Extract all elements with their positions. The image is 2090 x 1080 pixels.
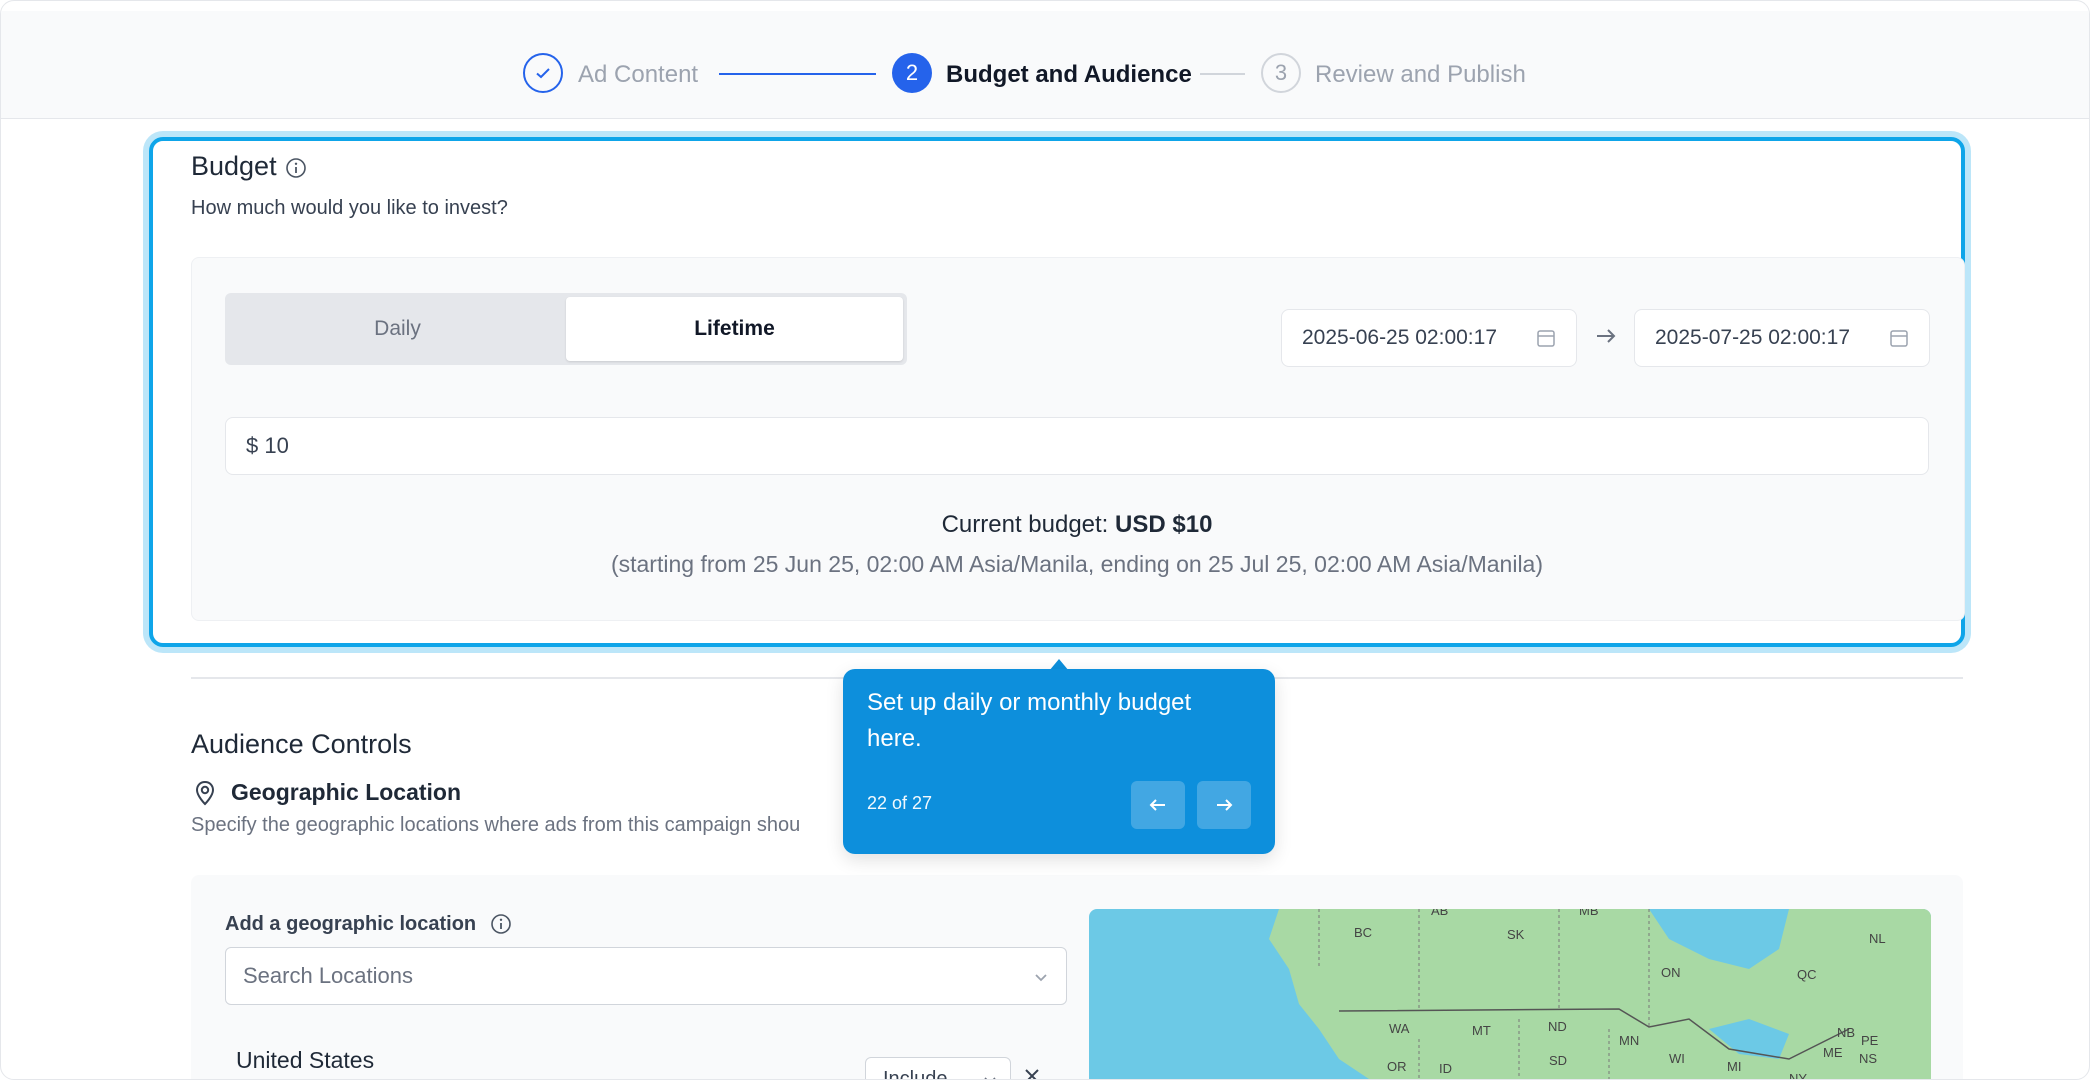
tooltip-message: Set up daily or monthly budget here.: [867, 689, 1192, 752]
step-upcoming-indicator[interactable]: 3: [1261, 53, 1301, 93]
tour-tooltip: Set up daily or monthly budget here. 22 …: [843, 669, 1275, 854]
map-label: PE: [1861, 1033, 1879, 1048]
tooltip-step-counter: 22 of 27: [867, 793, 933, 813]
chevron-down-icon: [984, 1077, 996, 1079]
add-location-label: Add a geographic location: [225, 913, 477, 935]
step-label-ad-content[interactable]: Ad Content: [578, 61, 698, 89]
map-label: ND: [1548, 1019, 1567, 1034]
map-label: AB: [1431, 909, 1448, 918]
start-date-field[interactable]: 2025-06-25 02:00:17: [1281, 309, 1577, 367]
info-icon[interactable]: [285, 157, 307, 179]
map-label: QC: [1797, 967, 1817, 982]
geographic-location-title: Geographic Location: [231, 779, 462, 805]
step-complete-indicator[interactable]: [523, 53, 563, 93]
check-icon: [536, 68, 550, 79]
map-label: MB: [1579, 909, 1599, 918]
map-label: MI: [1727, 1059, 1741, 1074]
search-locations-dropdown[interactable]: Search Locations: [225, 947, 1067, 1005]
tooltip-next-button[interactable]: [1197, 781, 1251, 829]
selected-location-name: United States: [236, 1047, 375, 1073]
end-date-field[interactable]: 2025-07-25 02:00:17: [1634, 309, 1930, 367]
map-label: WI: [1669, 1051, 1685, 1066]
tab-lifetime[interactable]: Lifetime: [566, 297, 903, 361]
step-connector: [1200, 73, 1245, 75]
calendar-icon: [1890, 330, 1908, 347]
tooltip-prev-button[interactable]: [1131, 781, 1185, 829]
map-graphic: AB MB BC SK NL ON QC WA MT ND MN NB PE M…: [1269, 909, 1931, 1080]
map-label: ON: [1661, 965, 1681, 980]
budget-date-range-text: (starting from 25 Jun 25, 02:00 AM Asia/…: [610, 551, 1544, 577]
step-label-budget-audience[interactable]: Budget and Audience: [946, 61, 1192, 89]
audience-controls-title: Audience Controls: [191, 729, 412, 759]
step-number: 2: [905, 60, 919, 85]
budget-title: Budget: [191, 151, 277, 181]
map-label: NB: [1837, 1025, 1855, 1040]
calendar-icon: [1537, 330, 1555, 347]
close-icon[interactable]: [1021, 1065, 1043, 1080]
end-date-value: 2025-07-25 02:00:17: [1655, 326, 1850, 349]
map-label: NY: [1789, 1071, 1807, 1080]
budget-type-toggle: Daily Lifetime: [225, 293, 907, 365]
map-label: NS: [1859, 1051, 1877, 1066]
location-map[interactable]: AB MB BC SK NL ON QC WA MT ND MN NB PE M…: [1089, 909, 1931, 1080]
step-number: 3: [1274, 60, 1288, 85]
include-value: Include: [883, 1068, 948, 1080]
chevron-down-icon: [1035, 974, 1047, 982]
map-label: SK: [1507, 927, 1525, 942]
map-label: MN: [1619, 1033, 1639, 1048]
map-label: BC: [1354, 925, 1372, 940]
app-frame: Ad Content 2 Budget and Audience 3 Revie…: [0, 0, 2090, 1080]
arrow-left-icon: [1149, 799, 1165, 811]
info-icon[interactable]: [490, 913, 512, 935]
step-active-indicator[interactable]: 2: [892, 53, 932, 93]
location-pin-icon: [195, 780, 215, 806]
arrow-right-icon: [1597, 329, 1616, 343]
current-budget-value: USD $10: [1115, 511, 1213, 538]
search-placeholder: Search Locations: [243, 963, 413, 988]
map-label: ME: [1823, 1045, 1843, 1060]
budget-subtitle: How much would you like to invest?: [191, 197, 508, 219]
tab-daily[interactable]: Daily: [229, 297, 566, 361]
map-label: MT: [1472, 1023, 1491, 1038]
budget-amount-input[interactable]: $ 10: [225, 417, 1929, 475]
map-label: ID: [1439, 1061, 1452, 1076]
geographic-location-description: Specify the geographic locations where a…: [191, 814, 801, 836]
map-label: OR: [1387, 1059, 1407, 1074]
step-connector: [719, 73, 876, 75]
current-budget-label: Current budget:: [941, 511, 1109, 538]
arrow-right-icon: [1217, 799, 1233, 811]
map-label: NL: [1869, 931, 1886, 946]
wizard-stepper: Ad Content 2 Budget and Audience 3 Revie…: [1, 11, 2089, 119]
current-budget-summary: Current budget: USD $10: [191, 511, 1963, 539]
step-label-review-publish[interactable]: Review and Publish: [1315, 61, 1526, 89]
budget-amount-value: $ 10: [246, 433, 289, 458]
map-label: WA: [1389, 1021, 1410, 1036]
map-label: SD: [1549, 1053, 1567, 1068]
start-date-value: 2025-06-25 02:00:17: [1302, 326, 1497, 349]
include-exclude-select[interactable]: Include: [865, 1057, 1011, 1080]
